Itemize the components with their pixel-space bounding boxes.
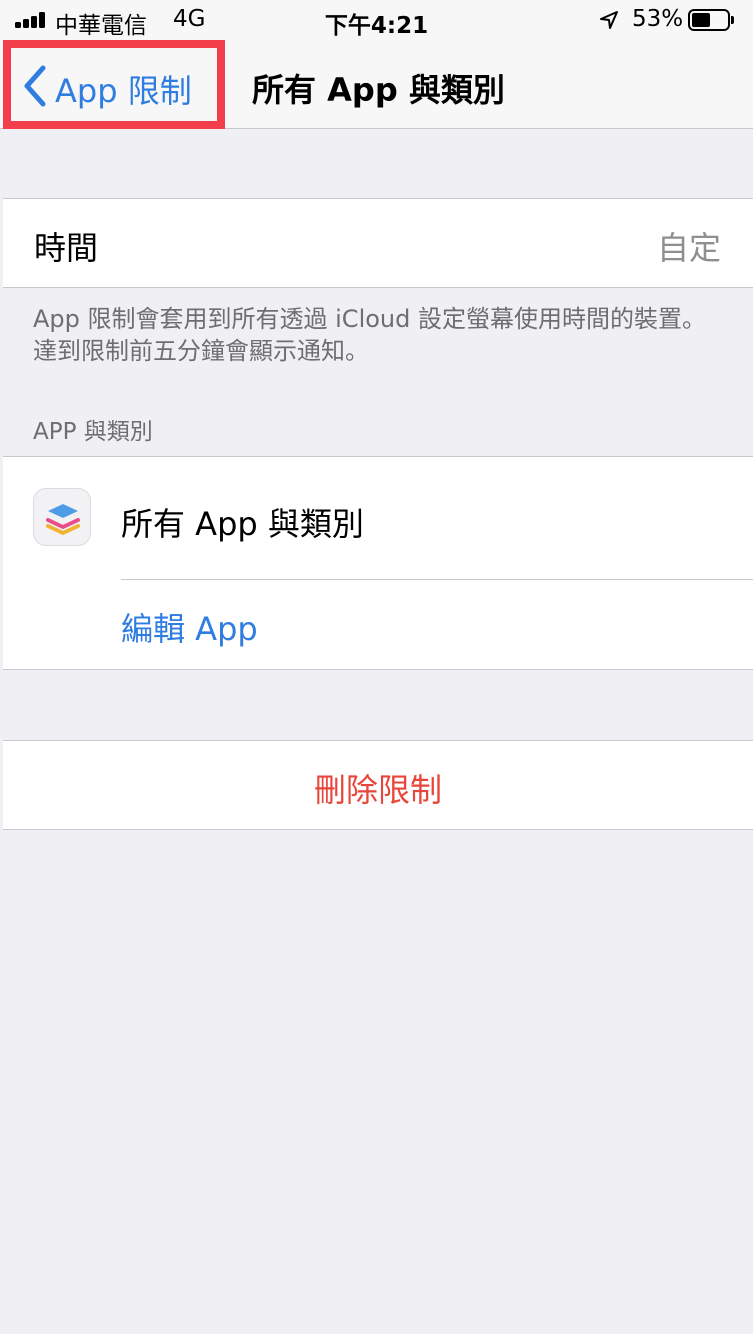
navigation-bar: App 限制 所有 App 與類別: [0, 40, 753, 129]
delete-limit-label: 刪除限制: [313, 771, 442, 809]
limit-footnote: App 限制會套用到所有透過 iCloud 設定螢幕使用時間的裝置。達到限制前五…: [33, 305, 706, 365]
chevron-left-icon: [24, 65, 46, 107]
stacked-layers-icon: [33, 488, 91, 546]
time-limit-cell[interactable]: 時間 自定: [3, 198, 753, 288]
delete-limit-button[interactable]: 刪除限制: [3, 740, 753, 830]
edit-apps-label: 編輯 App: [121, 610, 258, 648]
apps-section-header: APP 與類別: [33, 419, 153, 445]
time-label: 時間: [34, 229, 99, 267]
all-apps-label: 所有 App 與類別: [121, 505, 364, 543]
back-button[interactable]: App 限制: [3, 40, 225, 129]
apps-group: 所有 App 與類別 編輯 App: [3, 456, 753, 670]
battery-icon: [688, 9, 734, 31]
time-value: 自定: [656, 229, 721, 267]
page-title: 所有 App 與類別: [252, 71, 505, 109]
back-label: App 限制: [55, 72, 192, 110]
edit-apps-button[interactable]: 編輯 App: [3, 580, 753, 670]
status-bar: 中華電信 4G 下午4:21 53%: [0, 0, 753, 40]
all-apps-row: 所有 App 與類別: [3, 457, 753, 579]
screen: 中華電信 4G 下午4:21 53% App 限制 所有 App 與類別 時間 …: [0, 0, 753, 1334]
battery-percent: 53%: [632, 6, 684, 32]
location-arrow-icon: [600, 11, 618, 29]
